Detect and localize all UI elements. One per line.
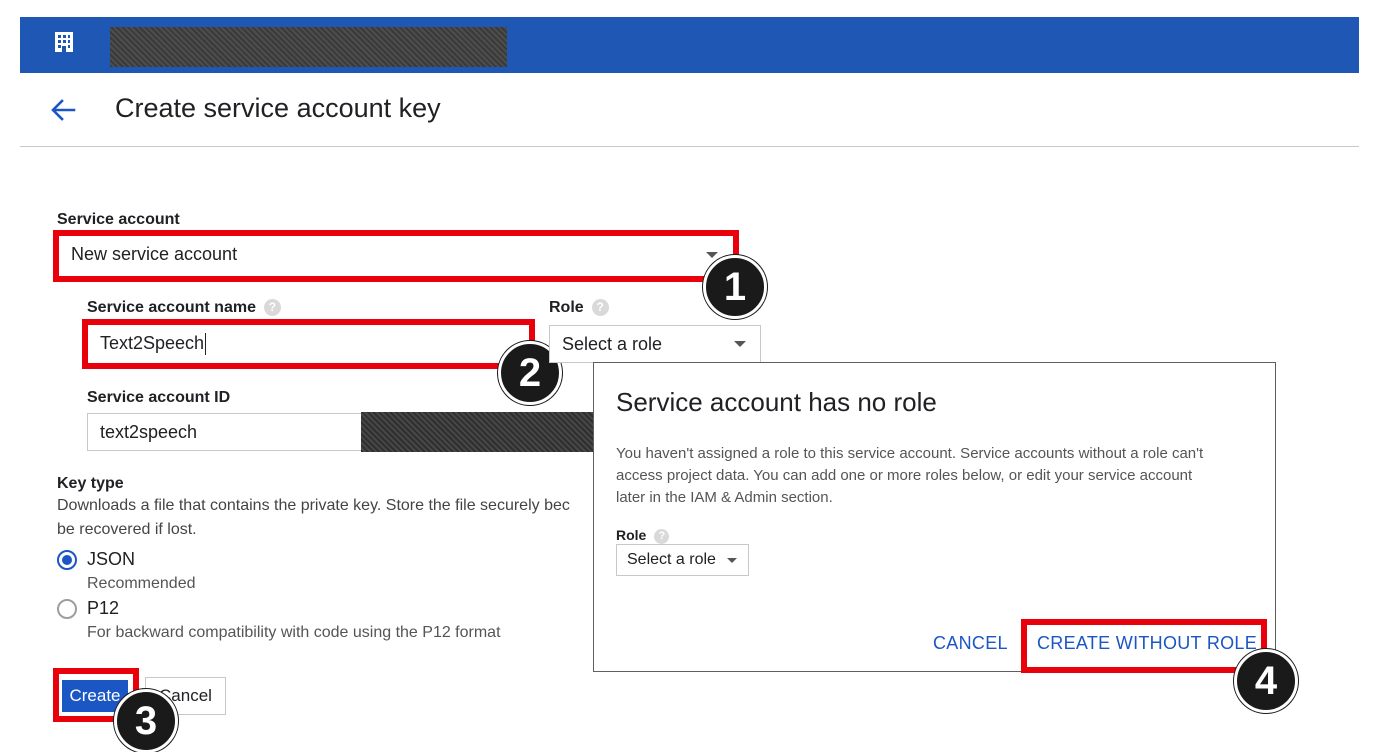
step-badge-1: 1 [703, 255, 767, 319]
radio-p12-sub: For backward compatibility with code usi… [87, 624, 501, 641]
help-icon[interactable]: ? [263, 299, 281, 317]
building-icon[interactable] [53, 31, 75, 53]
dialog-title: Service account has no role [616, 387, 937, 417]
caret-down-icon [734, 341, 746, 347]
arrow-left-icon[interactable] [48, 95, 78, 125]
step-badge-4: 4 [1234, 649, 1298, 713]
redacted-project-name [110, 27, 507, 67]
help-icon[interactable]: ? [591, 299, 609, 317]
account-name-value: Text2Speech [100, 333, 205, 353]
page-header: Create service account key [20, 85, 1359, 147]
role-select-value: Select a role [562, 334, 663, 354]
dialog-cancel-button[interactable]: CANCEL [933, 633, 1008, 654]
key-type-description-line2: be recovered if lost. [57, 521, 197, 538]
no-role-dialog: Service account has no role You haven't … [593, 362, 1276, 672]
account-id-label: Service account ID [87, 389, 231, 406]
service-account-select[interactable]: New service account [59, 236, 732, 274]
radio-json[interactable] [57, 550, 77, 570]
key-type-description: Downloads a file that contains the priva… [57, 497, 570, 514]
service-account-value: New service account [71, 244, 238, 264]
radio-json-sub: Recommended [87, 575, 196, 592]
caret-down-icon [706, 252, 718, 258]
service-account-label: Service account [57, 211, 180, 228]
account-name-label-text: Service account name [87, 299, 256, 316]
create-without-role-button[interactable]: CREATE WITHOUT ROLE [1037, 633, 1257, 654]
key-type-label: Key type [57, 475, 124, 492]
radio-p12[interactable] [57, 599, 77, 619]
account-name-input[interactable]: Text2Speech [88, 325, 528, 363]
radio-p12-label: P12 [87, 598, 120, 618]
redacted-account-id-suffix [361, 412, 595, 452]
radio-json-label: JSON [87, 549, 136, 569]
top-app-bar [20, 17, 1359, 73]
step-badge-3: 3 [114, 689, 178, 752]
account-name-label: Service account name? [87, 299, 281, 317]
dialog-role-select[interactable]: Select a role [616, 544, 749, 576]
help-icon[interactable]: ? [654, 528, 670, 544]
account-id-value: text2speech [100, 422, 198, 442]
dialog-role-label-text: Role [616, 527, 647, 543]
page-title: Create service account key [115, 93, 441, 123]
caret-down-icon [727, 558, 737, 563]
account-id-input[interactable]: text2speech [87, 413, 363, 451]
dialog-text: You haven't assigned a role to this serv… [616, 445, 1204, 506]
dialog-role-select-value: Select a role [627, 551, 716, 568]
text-cursor [205, 333, 207, 356]
dialog-role-label: Role? [616, 527, 670, 544]
role-label: Role? [549, 299, 609, 317]
role-select[interactable]: Select a role [549, 325, 761, 363]
role-label-text: Role [549, 299, 584, 316]
